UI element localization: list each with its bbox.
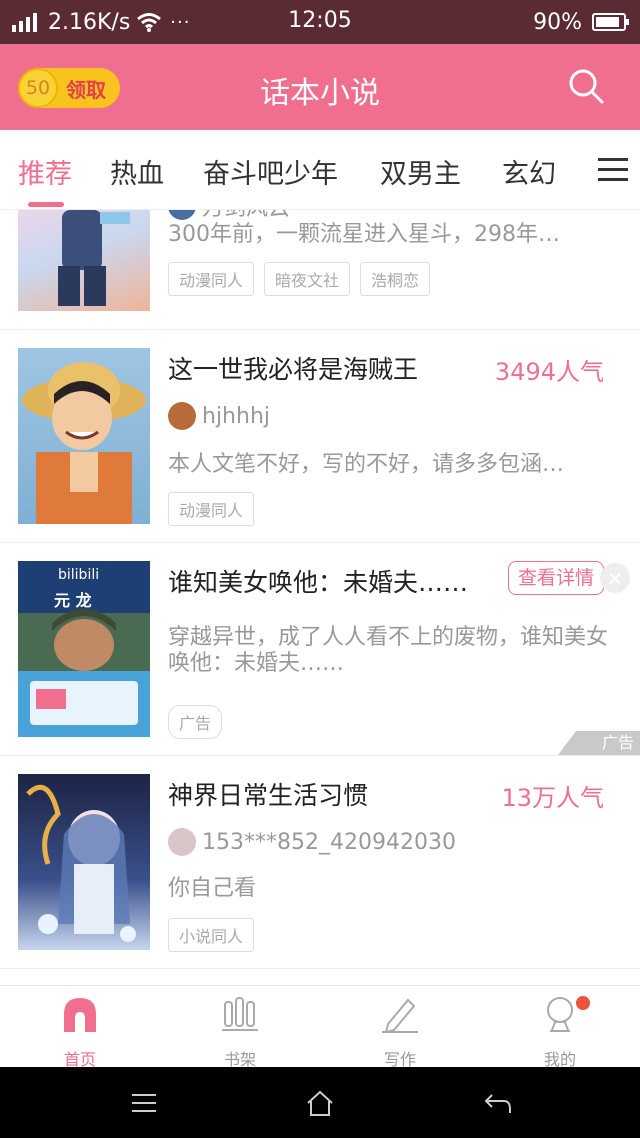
menu-icon[interactable] [128, 1087, 160, 1119]
ad-description: 穿越异世，成了人人看不上的废物，谁知美女唤他：未婚夫…… [168, 625, 609, 676]
tab-fantasy[interactable]: 玄幻 [502, 152, 556, 191]
bottom-navigation: 首页 书架 写作 我的 [0, 985, 640, 1070]
nav-home[interactable]: 首页 [40, 994, 120, 1070]
author-name: 万剑风云 [202, 210, 290, 222]
author-avatar [168, 402, 196, 430]
tab-hot-blood[interactable]: 热血 [110, 152, 164, 191]
tab-dual-male[interactable]: 双男主 [380, 152, 461, 191]
home-icon [64, 998, 96, 1032]
search-icon[interactable] [566, 66, 606, 106]
author-name: 153***852_420942030 [202, 829, 456, 855]
app-title: 话本小说 [260, 76, 380, 111]
author-row: 153***852_420942030 [168, 828, 456, 856]
tag[interactable]: 浩桐恋 [360, 262, 431, 296]
popularity: 13万人气 [501, 784, 604, 812]
book-description: 本人文笔不好，写的不好，请多多包涵… [168, 452, 565, 477]
status-right: 90% [533, 8, 629, 36]
nav-bookshelf[interactable]: 书架 [200, 994, 280, 1070]
tag[interactable]: 动漫同人 [168, 492, 255, 526]
tab-strive-youth[interactable]: 奋斗吧少年 [203, 152, 338, 191]
list-item[interactable]: 这一世我必将是海贼王 3494人气 hjhhhj 本人文笔不好，写的不好，请多多… [0, 330, 640, 543]
battery-icon [592, 13, 629, 31]
book-cover [18, 348, 150, 524]
popularity: 3494人气 [494, 358, 604, 386]
tag-list: 小说同人 [168, 918, 264, 952]
book-cover [18, 774, 150, 950]
pen-icon [382, 998, 418, 1034]
battery-percent: 90% [533, 9, 582, 35]
tag[interactable]: 小说同人 [168, 918, 255, 952]
ad-item[interactable]: bilibili 元 龙 谁知美女唤他：未婚夫…… 查看详情 × 穿越异世，成了… [0, 543, 640, 756]
view-details-button[interactable]: 查看详情 [508, 561, 604, 595]
ad-cover: bilibili 元 龙 [18, 561, 150, 737]
book-title: 神界日常生活习惯 [168, 781, 369, 810]
book-description: 你自己看 [168, 876, 257, 901]
tag-list: 动漫同人 暗夜文社 浩桐恋 [168, 262, 440, 296]
app-header: 50 领取 话本小说 [0, 44, 640, 130]
notification-badge [576, 996, 590, 1010]
tag-list: 动漫同人 [168, 492, 264, 526]
nav-profile[interactable]: 我的 [520, 994, 600, 1070]
ad-label: 广告 [168, 705, 223, 739]
tag-list: 广告 [168, 705, 232, 739]
list-item[interactable]: 万剑风云 300年前，一颗流星进入星斗，298年… 动漫同人 暗夜文社 浩桐恋 [0, 210, 640, 330]
profile-icon [547, 997, 573, 1032]
tag[interactable]: 暗夜文社 [264, 262, 351, 296]
bookshelf-icon [222, 997, 258, 1031]
tag[interactable]: 动漫同人 [168, 262, 255, 296]
ad-cover-title: 元 龙 [54, 591, 92, 610]
status-bar: 2.16K/s ··· 12:05 90% [0, 0, 640, 44]
author-row: 万剑风云 [168, 210, 290, 222]
tab-recommend[interactable]: 推荐 [18, 152, 72, 191]
ad-cover-brand: bilibili [58, 567, 100, 583]
battery-fill [596, 17, 620, 27]
category-tabs: 推荐 热血 奋斗吧少年 双男主 玄幻 [0, 130, 640, 210]
author-name: hjhhhj [202, 403, 270, 429]
author-avatar [168, 210, 196, 220]
home-button-icon[interactable] [304, 1087, 336, 1119]
list-item[interactable]: 神界日常生活习惯 13万人气 153***852_420942030 你自己看 … [0, 756, 640, 969]
close-icon[interactable]: × [600, 563, 630, 593]
active-tab-indicator [28, 202, 64, 207]
ad-corner-badge: 广告 [558, 731, 640, 755]
nav-write[interactable]: 写作 [360, 994, 440, 1070]
author-row: hjhhhj [168, 402, 270, 430]
novel-feed: 万剑风云 300年前，一颗流星进入星斗，298年… 动漫同人 暗夜文社 浩桐恋 … [0, 210, 640, 986]
system-nav-bar [0, 1067, 640, 1138]
back-icon[interactable] [482, 1087, 514, 1119]
author-avatar [168, 828, 196, 856]
menu-icon[interactable] [598, 158, 628, 182]
book-title: 这一世我必将是海贼王 [168, 355, 419, 384]
book-description: 300年前，一颗流星进入星斗，298年… [168, 222, 560, 247]
ad-title: 谁知美女唤他：未婚夫…… [168, 568, 469, 597]
book-cover [18, 210, 150, 311]
